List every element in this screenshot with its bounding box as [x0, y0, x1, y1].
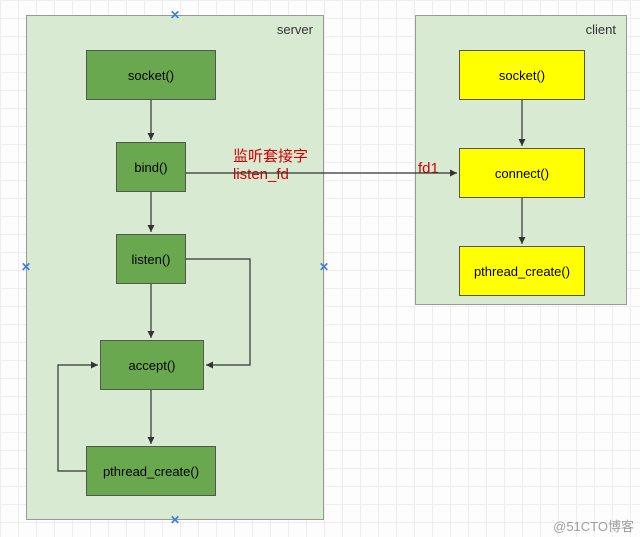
server-listen-label: listen() — [131, 252, 170, 267]
listen-note-1: 监听套接字 — [233, 148, 308, 166]
server-socket-label: socket() — [128, 68, 174, 83]
server-listen-node: listen() — [116, 234, 186, 284]
fd1-annotation: fd1 — [418, 160, 439, 178]
server-bind-node: bind() — [116, 142, 186, 192]
watermark: @51CTO博客 — [553, 516, 634, 535]
client-connect-node: connect() — [459, 148, 585, 198]
marker-left: ✕ — [21, 260, 31, 274]
client-socket-label: socket() — [499, 68, 545, 83]
client-pthread-node: pthread_create() — [459, 246, 585, 296]
server-bind-label: bind() — [134, 160, 167, 175]
listen-note-2: listen_fd — [233, 166, 308, 184]
server-accept-node: accept() — [100, 340, 204, 390]
server-pthread-node: pthread_create() — [86, 446, 216, 496]
marker-right: ✕ — [319, 260, 329, 274]
server-socket-node: socket() — [86, 50, 216, 100]
marker-bottom: ✕ — [170, 513, 180, 527]
marker-top: ✕ — [170, 8, 180, 22]
client-title: client — [586, 22, 616, 37]
client-socket-node: socket() — [459, 50, 585, 100]
server-pthread-label: pthread_create() — [103, 464, 199, 479]
listen-annotation: 监听套接字 listen_fd — [233, 148, 308, 184]
server-title: server — [277, 22, 313, 37]
client-pthread-label: pthread_create() — [474, 264, 570, 279]
client-connect-label: connect() — [495, 166, 549, 181]
server-accept-label: accept() — [129, 358, 176, 373]
